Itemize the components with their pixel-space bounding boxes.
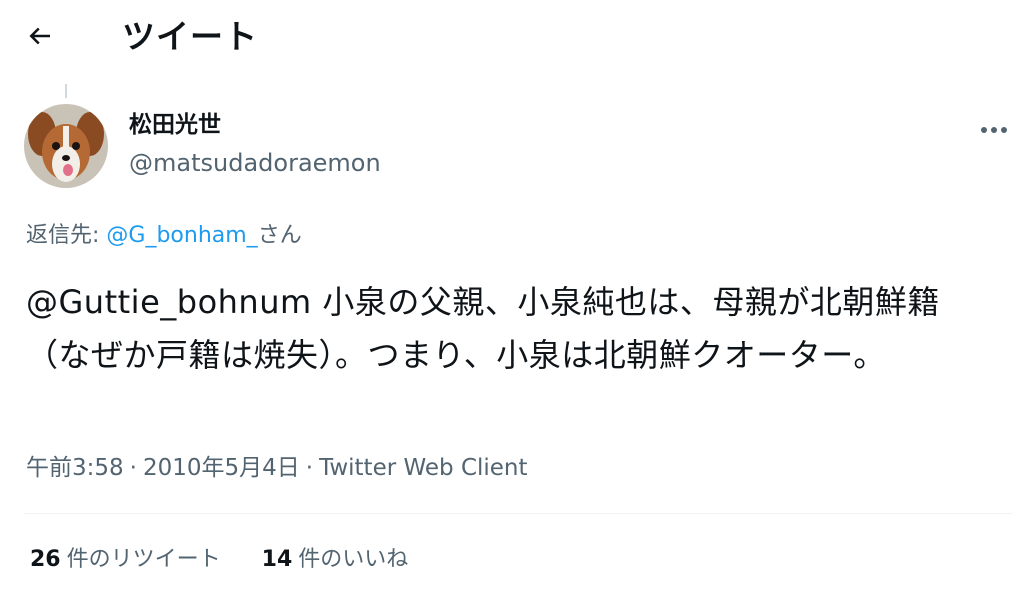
- author-handle[interactable]: @matsudadoraemon: [129, 148, 381, 178]
- tweet-text: @Guttie_bohnum 小泉の父親、小泉純也は、母親が北朝鮮籍（なぜか戸籍…: [26, 283, 940, 374]
- likes-label: 件のいいね: [298, 547, 409, 572]
- tweet-meta: 午前3:58 · 2010年5月4日 · Twitter Web Client: [26, 452, 528, 484]
- more-options-button[interactable]: [974, 112, 1014, 144]
- author-display-name[interactable]: 松田光世: [129, 110, 221, 140]
- retweets-count: 26: [30, 547, 61, 572]
- arrow-left-icon: [25, 21, 55, 55]
- retweets-label: 件のリツイート: [66, 547, 221, 572]
- thread-connector-line: [65, 84, 67, 98]
- page-title: ツイート: [122, 17, 258, 56]
- likes-stat[interactable]: 14 件のいいね: [262, 544, 409, 576]
- more-dots-icon: [980, 119, 1008, 138]
- dog-avatar-icon: [24, 104, 108, 188]
- reply-suffix: さん: [257, 223, 302, 248]
- tweet-time[interactable]: 午前3:58: [26, 455, 124, 481]
- reply-prefix: 返信先:: [26, 223, 107, 248]
- meta-separator-2: ·: [305, 455, 314, 481]
- reply-target-link[interactable]: @G_bonham_: [106, 223, 257, 248]
- avatar[interactable]: [24, 104, 108, 188]
- tweet-stats: 26 件のリツイート 14 件のいいね: [30, 544, 442, 576]
- header-bar: ツイート: [0, 0, 1024, 76]
- tweet-date[interactable]: 2010年5月4日: [143, 455, 300, 481]
- retweets-stat[interactable]: 26 件のリツイート: [30, 544, 221, 576]
- back-button[interactable]: [22, 20, 58, 56]
- reply-context: 返信先: @G_bonham_さん: [26, 220, 302, 252]
- divider: [24, 513, 1012, 514]
- meta-separator: ·: [129, 455, 137, 481]
- likes-count: 14: [261, 547, 293, 572]
- tweet-client[interactable]: Twitter Web Client: [319, 455, 527, 481]
